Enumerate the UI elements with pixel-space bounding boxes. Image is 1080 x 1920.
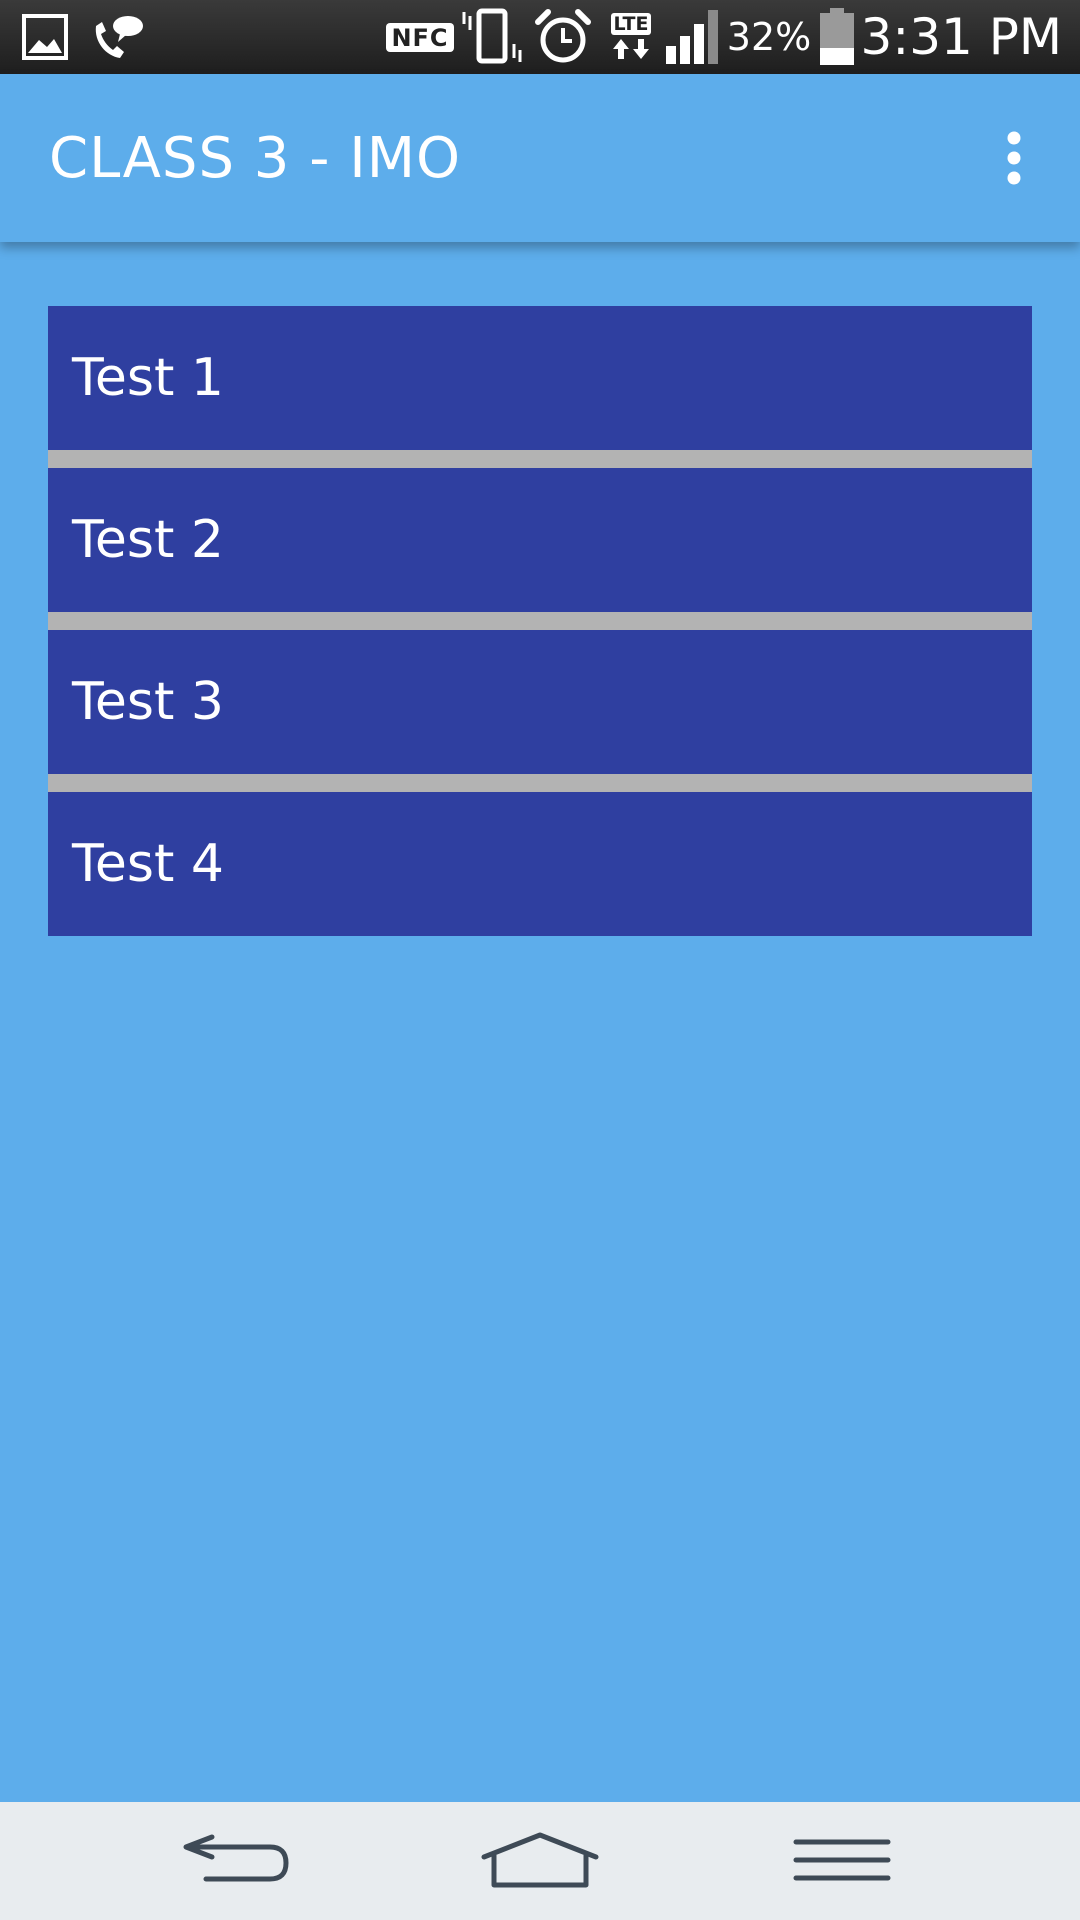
menu-button[interactable] [772,1816,912,1906]
clock: 3:31 PM [860,8,1062,66]
gallery-icon [18,0,72,74]
list-item-test-4[interactable]: Test 4 [48,792,1032,936]
overflow-menu-icon [1007,131,1021,185]
signal-icon [662,0,724,74]
list-item-test-3[interactable]: Test 3 [48,630,1032,792]
list-item-label: Test 3 [72,672,225,732]
test-list: Test 1 Test 2 Test 3 Test 4 [48,306,1032,936]
home-button[interactable] [470,1816,610,1906]
back-button[interactable] [168,1816,308,1906]
back-icon [183,1834,289,1882]
nfc-label: NFC [386,22,454,52]
lte-icon: LTE [606,0,656,74]
list-item-test-1[interactable]: Test 1 [48,306,1032,468]
vibrate-icon [460,0,524,74]
menu-icon [793,1839,891,1881]
alarm-icon [532,0,594,74]
list-item-label: Test 1 [72,348,225,408]
overflow-menu-button[interactable] [990,124,1038,192]
list-item-label: Test 4 [72,834,225,894]
list-item-label: Test 2 [72,510,225,570]
status-bar: NFC LTE 32% 3:31 PM [0,0,1080,74]
nfc-icon: NFC [386,0,454,74]
app-bar: CLASS 3 - IMO [0,74,1080,242]
battery-icon [814,0,860,74]
call-chat-icon [88,0,148,74]
navigation-bar [0,1802,1080,1920]
battery-percent: 32% [726,15,812,59]
page-title: CLASS 3 - IMO [49,125,462,191]
home-icon [481,1832,599,1888]
list-item-test-2[interactable]: Test 2 [48,468,1032,630]
lte-label: LTE [610,13,652,35]
